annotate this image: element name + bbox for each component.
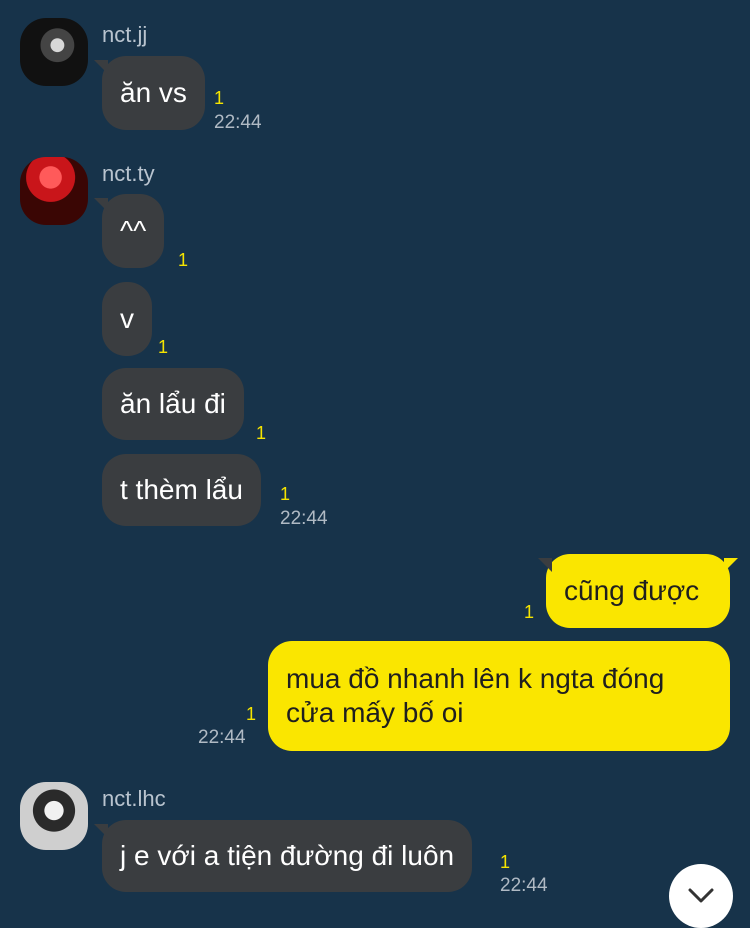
message-text: t thèm lẩu <box>120 474 243 505</box>
message-time: 22:44 <box>280 508 328 529</box>
message-bubble[interactable]: ^^ <box>93 194 165 268</box>
sender-name: nct.jj <box>102 22 148 47</box>
unread-count: 1 <box>500 852 511 872</box>
avatar-nct-jj[interactable] <box>20 18 88 86</box>
message-text: v <box>120 303 134 334</box>
message-text: cũng được <box>564 575 700 606</box>
message-text: ^^ <box>120 215 147 246</box>
message-time: 22:44 <box>500 875 548 896</box>
unread-count: 1 <box>256 423 267 443</box>
scroll-to-bottom-button[interactable] <box>669 864 733 928</box>
message-text: ăn vs <box>120 77 187 108</box>
my-message-bubble[interactable]: cũng được <box>538 554 738 628</box>
message-bubble[interactable]: t thèm lẩu <box>102 454 261 526</box>
message-time: 22:44 <box>198 727 246 748</box>
unread-count: 1 <box>214 88 225 108</box>
message-text: mua đồ nhanh lên k ngta đóng cửa mấy bố … <box>286 663 665 728</box>
unread-count: 1 <box>280 484 291 504</box>
sender-name: nct.ty <box>102 161 155 186</box>
chevron-down-icon <box>688 888 714 903</box>
message-text: j e với a tiện đường đi luôn <box>120 840 455 871</box>
message-time: 22:44 <box>214 112 262 133</box>
avatar-nct-lhc[interactable] <box>20 782 88 850</box>
message-bubble[interactable]: ăn lẩu đi <box>102 368 244 440</box>
unread-count: 1 <box>524 602 535 622</box>
avatar-nct-ty[interactable] <box>20 157 88 225</box>
message-bubble[interactable]: ăn vs <box>94 56 205 130</box>
message-bubble[interactable]: j e với a tiện đường đi luôn <box>93 820 473 892</box>
unread-count: 1 <box>178 250 189 270</box>
message-text: ăn lẩu đi <box>120 388 226 419</box>
unread-count: 1 <box>158 337 169 357</box>
message-bubble[interactable]: v <box>102 282 152 356</box>
sender-name: nct.lhc <box>102 786 166 811</box>
my-message-bubble[interactable]: mua đồ nhanh lên k ngta đóng cửa mấy bố … <box>268 641 730 751</box>
unread-count: 1 <box>246 704 257 724</box>
